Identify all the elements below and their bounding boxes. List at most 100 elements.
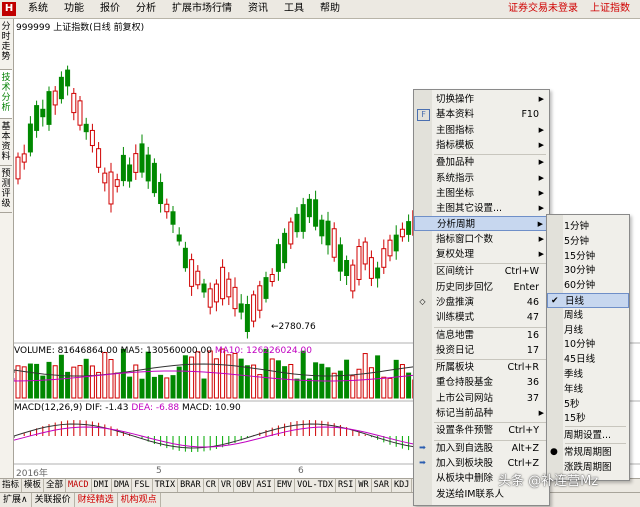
tab-macd[interactable]: MACD [66, 479, 92, 492]
submenu-arrow-icon: ▶ [538, 409, 544, 417]
tab-indicator[interactable]: 指标 [0, 479, 23, 492]
period-option[interactable]: 15分钟 [547, 249, 629, 264]
candle-body [139, 143, 145, 173]
tab-all[interactable]: 全部 [44, 479, 67, 492]
period-option-label: 月线 [564, 324, 584, 336]
context-menu-item[interactable]: 信息地雷 16 [414, 328, 549, 343]
tab-dma[interactable]: DMA [112, 479, 133, 492]
volume-bar [158, 374, 164, 399]
context-menu-item[interactable]: 叠加品种 ▶ [414, 155, 549, 170]
tab-kdj[interactable]: KDJ [392, 479, 413, 492]
menu-extended-market[interactable]: 扩展市场行情 [164, 0, 240, 18]
candle-body [331, 228, 337, 258]
tab-related-quotes[interactable]: 关联报价 [32, 493, 75, 507]
checkmark-icon: ✔ [551, 296, 559, 306]
context-menu-item[interactable]: 主图其它设置... ▶ [414, 201, 549, 216]
period-option[interactable]: 10分钟 [547, 337, 629, 352]
tab-trix[interactable]: TRIX [153, 479, 179, 492]
volume-bar [201, 378, 207, 399]
period-option[interactable]: 月线 [547, 323, 629, 338]
period-option[interactable]: 1分钟 [547, 219, 629, 234]
context-menu-item[interactable]: 投资日记 17 [414, 343, 549, 358]
period-option[interactable]: 周线 [547, 308, 629, 323]
context-menu-item[interactable]: 分析周期 ▶ [414, 216, 549, 232]
menu-tools[interactable]: 工具 [276, 0, 312, 18]
context-menu-item[interactable]: 指标模板 ▶ [414, 138, 549, 153]
context-menu-item[interactable]: 所属板块 Ctrl+R [414, 360, 549, 375]
menu-system[interactable]: 系统 [20, 0, 56, 18]
context-menu-item[interactable]: ➡ 加入到板块股 Ctrl+Z [414, 456, 549, 471]
tab-emv[interactable]: EMV [275, 479, 296, 492]
tab-institution-views[interactable]: 机构观点 [118, 493, 161, 507]
tab-forecast-rating[interactable]: 预测评级 [0, 166, 12, 213]
tab-intraday[interactable]: 分时走势 [0, 19, 12, 70]
period-option[interactable]: 季线 [547, 367, 629, 382]
context-menu-item[interactable]: 训练模式 47 [414, 310, 549, 325]
period-option[interactable]: ✔ 日线 [547, 293, 629, 308]
context-menu-item[interactable]: F 基本资料 F10 [414, 107, 549, 122]
period-option[interactable]: 5分钟 [547, 234, 629, 249]
radio-dot-icon: ● [550, 447, 558, 457]
candle-body [269, 274, 275, 282]
context-menu-item-label: 沙盘推演 [436, 296, 475, 308]
context-menu-item[interactable]: 标记当前品种 ▶ [414, 406, 549, 421]
tab-dmi[interactable]: DMI [92, 479, 112, 492]
context-menu-item-label: 区间统计 [436, 266, 475, 278]
period-option[interactable]: ● 常规周期图 [547, 445, 629, 460]
tab-vol-tdx[interactable]: VOL-TDX [295, 479, 336, 492]
menu-analysis[interactable]: 分析 [128, 0, 164, 18]
context-menu-item[interactable]: 切换操作 ▶ [414, 92, 549, 107]
tab-fundamentals[interactable]: 基本资料 [0, 119, 12, 166]
menu-function[interactable]: 功能 [56, 0, 92, 18]
candle-body [263, 277, 269, 299]
menu-separator [565, 426, 626, 428]
tab-obv[interactable]: OBV [234, 479, 255, 492]
tab-vr[interactable]: VR [219, 479, 235, 492]
context-menu-item[interactable]: 系统指示 ▶ [414, 171, 549, 186]
tab-wr[interactable]: WR [356, 479, 372, 492]
volume-bar [381, 376, 387, 399]
context-menu-item[interactable]: 复权处理 ▶ [414, 247, 549, 262]
tab-asi[interactable]: ASI [254, 479, 275, 492]
context-menu-item[interactable]: 指标窗口个数 ▶ [414, 232, 549, 247]
tab-cr[interactable]: CR [204, 479, 219, 492]
context-menu-item[interactable]: ◇ 沙盘推演 46 [414, 295, 549, 310]
period-option[interactable]: 年线 [547, 382, 629, 397]
context-menu-item[interactable]: 上市公司网站 37 [414, 391, 549, 406]
tab-finance-picks[interactable]: 财经精选 [75, 493, 118, 507]
menu-help[interactable]: 帮助 [312, 0, 348, 18]
tab-brar[interactable]: BRAR [178, 479, 204, 492]
submenu-arrow-icon: ▶ [538, 173, 544, 182]
context-menu-item[interactable]: 主图坐标 ▶ [414, 186, 549, 201]
period-option[interactable]: 周期设置... [547, 428, 629, 443]
tab-fsl[interactable]: FSL [132, 479, 153, 492]
context-menu-item[interactable]: 历史同步回忆 Enter [414, 280, 549, 295]
context-menu-item[interactable]: 重仓持股基金 36 [414, 375, 549, 390]
tab-rsi[interactable]: RSI [336, 479, 357, 492]
volume-bar [275, 360, 281, 399]
period-option[interactable]: 30分钟 [547, 263, 629, 278]
volume-indicator-label: VOLUME: 81646864.00 MA5: 130560000.00 MA… [14, 346, 312, 356]
candle-body [77, 100, 83, 126]
tab-sar[interactable]: SAR [372, 479, 392, 492]
volume-bar [77, 365, 83, 399]
period-option[interactable]: 5秒 [547, 397, 629, 412]
period-option[interactable]: 45日线 [547, 352, 629, 367]
tab-technical-analysis[interactable]: 技术分析 [0, 70, 12, 119]
tab-extend[interactable]: 扩展∧ [0, 493, 32, 507]
period-option[interactable]: 15秒 [547, 411, 629, 426]
context-menu-item[interactable]: ➡ 加入到自选股 Alt+Z [414, 441, 549, 456]
period-option[interactable]: 60分钟 [547, 278, 629, 293]
context-menu-item[interactable]: 区间统计 Ctrl+W [414, 264, 549, 279]
candle-body [40, 108, 46, 118]
candle-body [52, 90, 58, 106]
menu-quote[interactable]: 报价 [92, 0, 128, 18]
volume-bar [251, 364, 257, 399]
trade-login-status[interactable]: 证券交易未登录 [502, 0, 584, 18]
menu-info[interactable]: 资讯 [240, 0, 276, 18]
tab-template[interactable]: 模板 [22, 479, 45, 492]
candle-body [288, 221, 294, 245]
context-menu-item[interactable]: 设置条件预警 Ctrl+Y [414, 423, 549, 438]
context-menu-item[interactable]: 主图指标 ▶ [414, 123, 549, 138]
period-option-label: 30分钟 [564, 265, 596, 277]
